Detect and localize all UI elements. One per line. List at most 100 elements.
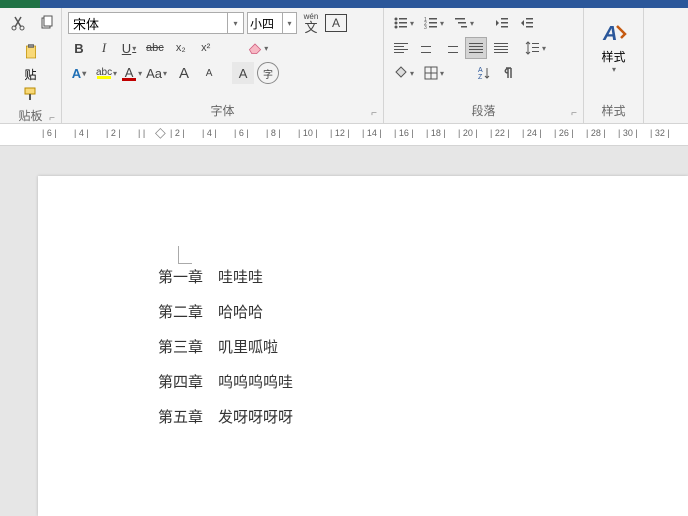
paragraph-dialog-launcher[interactable]: ⌐ <box>571 108 577 119</box>
font-color-button[interactable]: A▾ <box>118 62 140 84</box>
ruler-tick: | 22 | <box>490 128 510 138</box>
superscript-button[interactable]: x² <box>195 37 217 59</box>
doc-line[interactable]: 第三章叽里呱啦 <box>158 336 688 357</box>
ruler-tick: | 10 | <box>298 128 318 138</box>
indent-marker-icon[interactable]: ◇ <box>155 124 166 141</box>
chapter-title: 发呀呀呀呀 <box>218 406 293 427</box>
ruler-tick: | 2 | <box>106 128 121 138</box>
doc-line[interactable]: 第五章发呀呀呀呀 <box>158 406 688 427</box>
ruler-tick: | | <box>138 128 145 138</box>
copy-icon[interactable] <box>36 12 58 34</box>
title-bar <box>0 0 688 8</box>
ruler-tick: | 2 | <box>170 128 185 138</box>
shading-button[interactable]: ▾ <box>390 62 417 84</box>
svg-text:3: 3 <box>424 25 427 31</box>
horizontal-ruler[interactable]: ◇ | 6 | | 4 | | 2 | | | | 2 | | 4 | | 6 | | 8 |… <box>0 124 688 146</box>
ruler-tick: | 8 | <box>266 128 281 138</box>
align-left-button[interactable] <box>390 37 412 59</box>
group-paragraph: ▾ 123▾ ▾ ▾ ▾ ▾ AZ 段落 ⌐ <box>384 8 584 123</box>
grow-font-button[interactable]: A <box>173 62 195 84</box>
clear-format-button[interactable]: ▾ <box>243 37 273 59</box>
ribbon: 贴 贴板 ⌐ ▾ ▾ wén文 A B I U▾ abc x₂ x² ▾ <box>0 8 688 124</box>
group-styles: A 样式 ▾ 样式 ⌐ <box>584 8 644 123</box>
font-size-dropdown[interactable]: ▾ <box>283 12 297 34</box>
chapter-title: 呜呜呜呜哇 <box>218 371 293 392</box>
strike-button[interactable]: abc <box>143 37 167 59</box>
ruler-tick: | 20 | <box>458 128 478 138</box>
cut-icon[interactable] <box>8 12 30 34</box>
ruler-tick: | 18 | <box>426 128 446 138</box>
chapter-title: 哇哇哇 <box>218 266 263 287</box>
svg-text:A: A <box>602 23 617 45</box>
chapter-label: 第五章 <box>158 406 218 427</box>
font-name-input[interactable] <box>68 12 228 34</box>
document-area: 第一章哇哇哇第二章哈哈哈第三章叽里呱啦第四章呜呜呜呜哇第五章发呀呀呀呀 <box>0 146 688 516</box>
ruler-tick: | 4 | <box>74 128 89 138</box>
decrease-indent-button[interactable] <box>491 12 513 34</box>
ruler-tick: | 4 | <box>202 128 217 138</box>
ruler-tick: | 24 | <box>522 128 542 138</box>
numbering-button[interactable]: 123▾ <box>420 12 447 34</box>
increase-indent-button[interactable] <box>516 12 538 34</box>
align-justify-button[interactable] <box>465 37 487 59</box>
clipboard-dialog-launcher[interactable]: ⌐ <box>49 113 55 124</box>
chapter-label: 第一章 <box>158 266 218 287</box>
ruler-tick: | 16 | <box>394 128 414 138</box>
group-font: ▾ ▾ wén文 A B I U▾ abc x₂ x² ▾ A▾ abc▾ A▾… <box>62 8 384 123</box>
font-name-dropdown[interactable]: ▾ <box>228 12 244 34</box>
sort-button[interactable]: AZ <box>473 62 495 84</box>
underline-button[interactable]: U▾ <box>118 37 140 59</box>
chapter-label: 第三章 <box>158 336 218 357</box>
page[interactable]: 第一章哇哇哇第二章哈哈哈第三章叽里呱啦第四章呜呜呜呜哇第五章发呀呀呀呀 <box>38 176 688 516</box>
svg-text:A: A <box>478 67 483 74</box>
distributed-button[interactable] <box>490 37 512 59</box>
bullets-button[interactable]: ▾ <box>390 12 417 34</box>
text-effects-button[interactable]: A▾ <box>68 62 90 84</box>
font-size-combo[interactable]: ▾ <box>247 12 297 34</box>
format-painter-icon[interactable] <box>20 83 42 105</box>
ruler-tick: | 6 | <box>42 128 57 138</box>
subscript-button[interactable]: x₂ <box>170 37 192 59</box>
char-shading-button[interactable]: A <box>232 62 254 84</box>
char-border-button[interactable]: A <box>325 14 347 32</box>
doc-line[interactable]: 第四章呜呜呜呜哇 <box>158 371 688 392</box>
font-size-input[interactable] <box>247 12 283 34</box>
shrink-font-button[interactable]: A <box>198 62 220 84</box>
clipboard-group-label: 贴板 <box>18 109 42 123</box>
ruler-tick: | 32 | <box>650 128 670 138</box>
chapter-title: 叽里呱啦 <box>218 336 278 357</box>
chapter-label: 第四章 <box>158 371 218 392</box>
ruler-tick: | 12 | <box>330 128 350 138</box>
bold-button[interactable]: B <box>68 37 90 59</box>
font-group-label: 字体 <box>210 104 234 118</box>
ruler-tick: | 28 | <box>586 128 606 138</box>
italic-button[interactable]: I <box>93 37 115 59</box>
align-center-button[interactable] <box>415 37 437 59</box>
font-dialog-launcher[interactable]: ⌐ <box>371 108 377 119</box>
ruler-tick: | 6 | <box>234 128 249 138</box>
paste-button[interactable] <box>17 38 45 66</box>
styles-label: 样式 <box>601 48 625 65</box>
paste-label: 贴 <box>24 66 36 83</box>
doc-line[interactable]: 第一章哇哇哇 <box>158 266 688 287</box>
borders-button[interactable]: ▾ <box>420 62 447 84</box>
highlight-button[interactable]: abc▾ <box>93 62 115 84</box>
ruler-tick: | 30 | <box>618 128 638 138</box>
phonetic-guide-button[interactable]: wén文 <box>300 12 322 34</box>
enclose-char-button[interactable]: 字 <box>257 62 279 84</box>
show-marks-button[interactable] <box>498 62 520 84</box>
paragraph-group-label: 段落 <box>471 104 495 118</box>
chapter-label: 第二章 <box>158 301 218 322</box>
svg-text:Z: Z <box>478 74 483 81</box>
line-spacing-button[interactable]: ▾ <box>522 37 549 59</box>
ruler-tick: | 14 | <box>362 128 382 138</box>
change-case-button[interactable]: Aa▾ <box>143 62 170 84</box>
group-clipboard: 贴 贴板 ⌐ <box>0 8 62 123</box>
styles-button[interactable]: A 样式 ▾ <box>593 16 635 78</box>
chapter-title: 哈哈哈 <box>218 301 263 322</box>
doc-line[interactable]: 第二章哈哈哈 <box>158 301 688 322</box>
styles-dialog-launcher[interactable]: ⌐ <box>620 108 626 119</box>
align-right-button[interactable] <box>440 37 462 59</box>
multilevel-button[interactable]: ▾ <box>450 12 477 34</box>
font-name-combo[interactable]: ▾ <box>68 12 244 34</box>
